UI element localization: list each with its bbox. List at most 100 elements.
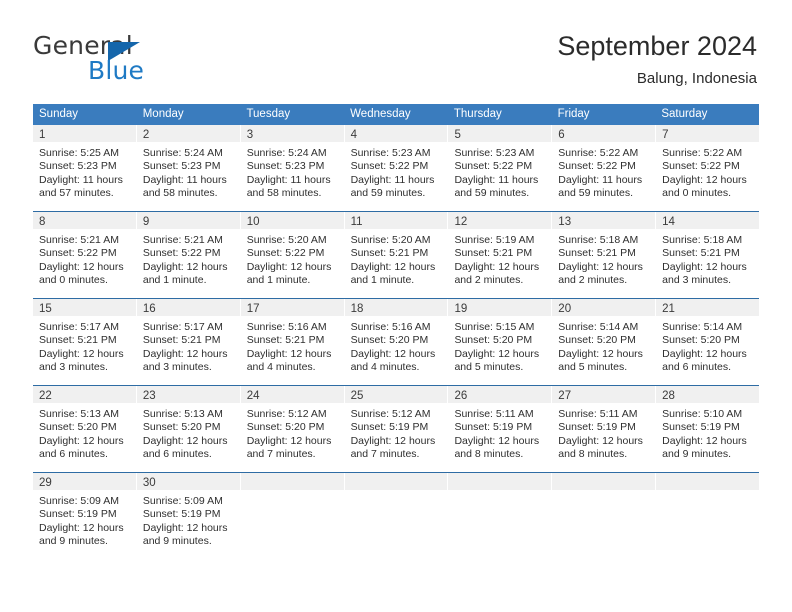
sunrise-text: Sunrise: 5:09 AM bbox=[142, 495, 223, 507]
day-cell[interactable]: 18 Sunrise: 5:16 AM Sunset: 5:20 PM Dayl… bbox=[344, 299, 449, 385]
page-title: September 2024 bbox=[557, 31, 757, 61]
daylight-text-line1: Daylight: 12 hours bbox=[246, 260, 332, 273]
day-cell[interactable]: 23 Sunrise: 5:13 AM Sunset: 5:20 PM Dayl… bbox=[136, 386, 241, 472]
day-number-band: 4 bbox=[344, 125, 448, 142]
sunrise-text: Sunrise: 5:13 AM bbox=[142, 408, 223, 420]
sunset-text: Sunset: 5:20 PM bbox=[39, 421, 117, 434]
day-details: Sunrise: 5:17 AM Sunset: 5:21 PM Dayligh… bbox=[137, 316, 240, 385]
day-cell[interactable]: 6 Sunrise: 5:22 AM Sunset: 5:22 PM Dayli… bbox=[552, 125, 657, 211]
day-cell[interactable]: 28 Sunrise: 5:10 AM Sunset: 5:19 PM Dayl… bbox=[656, 386, 760, 472]
day-details: Sunrise: 5:25 AM Sunset: 5:23 PM Dayligh… bbox=[33, 142, 136, 211]
daylight-text-line2: and 2 minutes. bbox=[454, 273, 524, 286]
daylight-text-line2: and 3 minutes. bbox=[662, 273, 732, 286]
weekday-header-wednesday: Wednesday bbox=[350, 108, 411, 120]
sunset-text: Sunset: 5:20 PM bbox=[350, 334, 429, 347]
day-cell[interactable]: 17 Sunrise: 5:16 AM Sunset: 5:21 PM Dayl… bbox=[240, 299, 345, 385]
week-row: 22 Sunrise: 5:13 AM Sunset: 5:20 PM Dayl… bbox=[33, 385, 760, 472]
day-number-band bbox=[552, 473, 656, 490]
daylight-text-line2: and 6 minutes. bbox=[662, 360, 732, 373]
day-details: Sunrise: 5:18 AM Sunset: 5:21 PM Dayligh… bbox=[656, 229, 759, 298]
day-cell[interactable]: 7 Sunrise: 5:22 AM Sunset: 5:22 PM Dayli… bbox=[656, 125, 760, 211]
day-details: Sunrise: 5:24 AM Sunset: 5:23 PM Dayligh… bbox=[241, 142, 344, 211]
day-number-band: 16 bbox=[136, 299, 240, 316]
day-number: 11 bbox=[350, 216, 363, 228]
day-number-band bbox=[344, 473, 448, 490]
daylight-text-line2: and 4 minutes. bbox=[246, 360, 316, 373]
sunset-text: Sunset: 5:20 PM bbox=[662, 334, 740, 347]
daylight-text-line1: Daylight: 12 hours bbox=[454, 347, 540, 360]
daylight-text-line2: and 3 minutes. bbox=[142, 360, 212, 373]
day-cell[interactable]: 12 Sunrise: 5:19 AM Sunset: 5:21 PM Dayl… bbox=[448, 212, 553, 298]
day-cell[interactable]: 8 Sunrise: 5:21 AM Sunset: 5:22 PM Dayli… bbox=[33, 212, 137, 298]
sunrise-text: Sunrise: 5:14 AM bbox=[662, 321, 743, 333]
daylight-text-line1: Daylight: 12 hours bbox=[246, 347, 332, 360]
sunrise-text: Sunrise: 5:20 AM bbox=[246, 234, 327, 246]
daylight-text-line1: Daylight: 12 hours bbox=[454, 260, 540, 273]
day-cell[interactable]: 1 Sunrise: 5:25 AM Sunset: 5:23 PM Dayli… bbox=[33, 125, 137, 211]
sunrise-text: Sunrise: 5:22 AM bbox=[558, 147, 639, 159]
day-cell[interactable]: 14 Sunrise: 5:18 AM Sunset: 5:21 PM Dayl… bbox=[656, 212, 760, 298]
sunset-text: Sunset: 5:21 PM bbox=[350, 247, 429, 260]
day-cell[interactable]: 13 Sunrise: 5:18 AM Sunset: 5:21 PM Dayl… bbox=[552, 212, 657, 298]
sunrise-text: Sunrise: 5:21 AM bbox=[39, 234, 119, 246]
day-number: 20 bbox=[558, 303, 572, 315]
day-details: Sunrise: 5:23 AM Sunset: 5:22 PM Dayligh… bbox=[345, 142, 448, 211]
daylight-text-line1: Daylight: 12 hours bbox=[662, 347, 747, 360]
day-cell[interactable]: 2 Sunrise: 5:24 AM Sunset: 5:23 PM Dayli… bbox=[136, 125, 241, 211]
daylight-text-line1: Daylight: 11 hours bbox=[39, 173, 123, 186]
daylight-text-line1: Daylight: 12 hours bbox=[350, 434, 436, 447]
day-details: Sunrise: 5:22 AM Sunset: 5:22 PM Dayligh… bbox=[656, 142, 759, 211]
day-details: Sunrise: 5:12 AM Sunset: 5:20 PM Dayligh… bbox=[241, 403, 344, 472]
day-cell[interactable]: 10 Sunrise: 5:20 AM Sunset: 5:22 PM Dayl… bbox=[240, 212, 345, 298]
day-number-band: 24 bbox=[240, 386, 344, 403]
day-cell[interactable]: 27 Sunrise: 5:11 AM Sunset: 5:19 PM Dayl… bbox=[552, 386, 657, 472]
daylight-text-line1: Daylight: 12 hours bbox=[558, 434, 643, 447]
daylight-text-line2: and 6 minutes. bbox=[39, 447, 108, 460]
daylight-text-line2: and 2 minutes. bbox=[558, 273, 628, 286]
daylight-text-line1: Daylight: 12 hours bbox=[558, 347, 643, 360]
day-details: Sunrise: 5:17 AM Sunset: 5:21 PM Dayligh… bbox=[33, 316, 136, 385]
day-cell[interactable]: 26 Sunrise: 5:11 AM Sunset: 5:19 PM Dayl… bbox=[448, 386, 553, 472]
day-cell[interactable]: 11 Sunrise: 5:20 AM Sunset: 5:21 PM Dayl… bbox=[344, 212, 449, 298]
day-number-band: 21 bbox=[656, 299, 760, 316]
daylight-text-line1: Daylight: 12 hours bbox=[39, 434, 124, 447]
weekday-header-thursday: Thursday bbox=[453, 108, 502, 120]
day-cell[interactable]: 16 Sunrise: 5:17 AM Sunset: 5:21 PM Dayl… bbox=[136, 299, 241, 385]
daylight-text-line1: Daylight: 12 hours bbox=[662, 260, 747, 273]
day-details: Sunrise: 5:19 AM Sunset: 5:21 PM Dayligh… bbox=[448, 229, 551, 298]
day-details bbox=[345, 490, 448, 562]
day-cell[interactable]: 15 Sunrise: 5:17 AM Sunset: 5:21 PM Dayl… bbox=[33, 299, 137, 385]
day-cell[interactable]: 20 Sunrise: 5:14 AM Sunset: 5:20 PM Dayl… bbox=[552, 299, 657, 385]
day-cell[interactable]: 25 Sunrise: 5:12 AM Sunset: 5:19 PM Dayl… bbox=[344, 386, 449, 472]
day-cell[interactable]: 21 Sunrise: 5:14 AM Sunset: 5:20 PM Dayl… bbox=[656, 299, 760, 385]
day-number: 19 bbox=[454, 303, 468, 315]
daylight-text-line2: and 5 minutes. bbox=[558, 360, 628, 373]
day-details: Sunrise: 5:12 AM Sunset: 5:19 PM Dayligh… bbox=[345, 403, 448, 472]
day-details: Sunrise: 5:20 AM Sunset: 5:22 PM Dayligh… bbox=[241, 229, 344, 298]
daylight-text-line2: and 7 minutes. bbox=[350, 447, 420, 460]
day-cell-empty bbox=[448, 473, 553, 562]
daylight-text-line1: Daylight: 11 hours bbox=[558, 173, 643, 186]
sunrise-text: Sunrise: 5:23 AM bbox=[350, 147, 431, 159]
sunrise-text: Sunrise: 5:24 AM bbox=[246, 147, 327, 159]
day-cell[interactable]: 22 Sunrise: 5:13 AM Sunset: 5:20 PM Dayl… bbox=[33, 386, 137, 472]
calendar-page: General Blue September 2024 Balung, Indo… bbox=[0, 0, 792, 612]
day-cell[interactable]: 4 Sunrise: 5:23 AM Sunset: 5:22 PM Dayli… bbox=[344, 125, 449, 211]
day-cell[interactable]: 5 Sunrise: 5:23 AM Sunset: 5:22 PM Dayli… bbox=[448, 125, 553, 211]
day-number-band: 7 bbox=[656, 125, 760, 142]
general-blue-logo: General Blue bbox=[33, 33, 233, 85]
day-number-band: 8 bbox=[33, 212, 136, 229]
daylight-text-line1: Daylight: 12 hours bbox=[454, 434, 540, 447]
day-number: 6 bbox=[558, 129, 565, 141]
day-cell[interactable]: 30 Sunrise: 5:09 AM Sunset: 5:19 PM Dayl… bbox=[136, 473, 241, 562]
daylight-text-line2: and 1 minute. bbox=[246, 273, 311, 286]
day-cell[interactable]: 19 Sunrise: 5:15 AM Sunset: 5:20 PM Dayl… bbox=[448, 299, 553, 385]
sunset-text: Sunset: 5:20 PM bbox=[558, 334, 636, 347]
day-cell[interactable]: 29 Sunrise: 5:09 AM Sunset: 5:19 PM Dayl… bbox=[33, 473, 137, 562]
weekday-header-sunday: Sunday bbox=[39, 108, 79, 120]
sunrise-text: Sunrise: 5:21 AM bbox=[142, 234, 223, 246]
day-cell[interactable]: 24 Sunrise: 5:12 AM Sunset: 5:20 PM Dayl… bbox=[240, 386, 345, 472]
day-cell[interactable]: 3 Sunrise: 5:24 AM Sunset: 5:23 PM Dayli… bbox=[240, 125, 345, 211]
day-cell[interactable]: 9 Sunrise: 5:21 AM Sunset: 5:22 PM Dayli… bbox=[136, 212, 241, 298]
day-number: 27 bbox=[558, 390, 572, 402]
